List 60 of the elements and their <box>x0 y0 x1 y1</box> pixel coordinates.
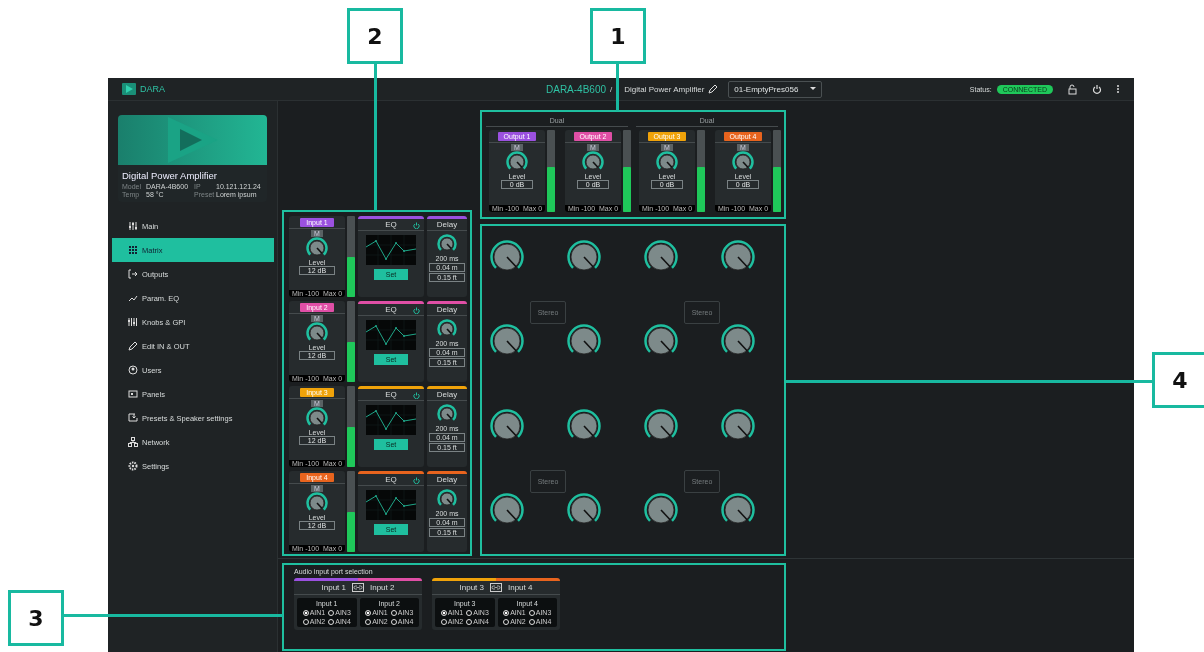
logo-icon <box>122 83 136 95</box>
knob[interactable] <box>437 319 457 339</box>
power-icon[interactable] <box>413 307 420 314</box>
knob[interactable] <box>306 322 328 344</box>
trend-line-icon <box>128 293 138 303</box>
knob[interactable] <box>732 151 754 173</box>
knob[interactable] <box>582 151 604 173</box>
knob[interactable] <box>656 151 678 173</box>
device-type: Digital Power Amplifier <box>624 84 705 94</box>
knob[interactable] <box>437 234 457 254</box>
power-icon[interactable] <box>413 392 420 399</box>
network-icon <box>128 437 138 447</box>
eq-graph <box>366 405 416 435</box>
knob[interactable] <box>437 489 457 509</box>
power-icon[interactable] <box>413 222 420 229</box>
exit-arrow-icon <box>128 269 138 279</box>
knob[interactable] <box>306 407 328 429</box>
power-icon[interactable] <box>413 477 420 484</box>
brand-name: DARA <box>140 84 165 94</box>
panel-icon <box>128 389 138 399</box>
menu-icon[interactable] <box>1116 84 1120 94</box>
preset-dropdown[interactable]: 01-EmptyPres056 <box>728 80 823 98</box>
gear-icon <box>128 461 138 471</box>
link-icon[interactable] <box>352 583 364 592</box>
eq-graph <box>366 490 416 520</box>
caret-icon <box>810 87 817 91</box>
input-name: Input 1 <box>321 583 346 592</box>
callout-number: 4 <box>1152 352 1204 408</box>
user-icon <box>128 365 138 375</box>
eq-graph <box>366 320 416 350</box>
knob[interactable] <box>437 404 457 424</box>
equalizer-icon <box>128 317 138 327</box>
callout-number: 1 <box>590 8 646 64</box>
unlock-icon[interactable] <box>1067 83 1078 95</box>
knob[interactable] <box>306 237 328 259</box>
input-name: Input 2 <box>370 583 395 592</box>
eq-title: EQ <box>385 220 397 229</box>
sliders-icon <box>128 221 138 231</box>
pencil-icon <box>128 341 138 351</box>
delay-title: Delay <box>436 305 458 314</box>
device-name: DARA-4B600 <box>546 83 607 95</box>
delay-title: Delay <box>436 220 458 229</box>
eq-title: EQ <box>385 305 397 314</box>
device-title: Digital Power Amplifier <box>121 169 219 183</box>
eq-graph <box>366 235 416 265</box>
eq-title: EQ <box>385 390 397 399</box>
knob[interactable] <box>306 492 328 514</box>
knob[interactable] <box>506 151 528 173</box>
input-name: Input 3 <box>459 583 484 592</box>
input-name: Input 4 <box>508 583 533 592</box>
download-icon <box>128 413 138 423</box>
grid-icon <box>128 245 138 255</box>
delay-title: Delay <box>436 475 458 484</box>
link-icon[interactable] <box>490 583 502 592</box>
callout-number: 3 <box>8 590 64 646</box>
eq-title: EQ <box>385 475 397 484</box>
path-separator: / <box>610 84 613 94</box>
pencil-icon[interactable] <box>708 84 719 94</box>
delay-title: Delay <box>436 390 458 399</box>
callout-number: 2 <box>347 8 403 64</box>
